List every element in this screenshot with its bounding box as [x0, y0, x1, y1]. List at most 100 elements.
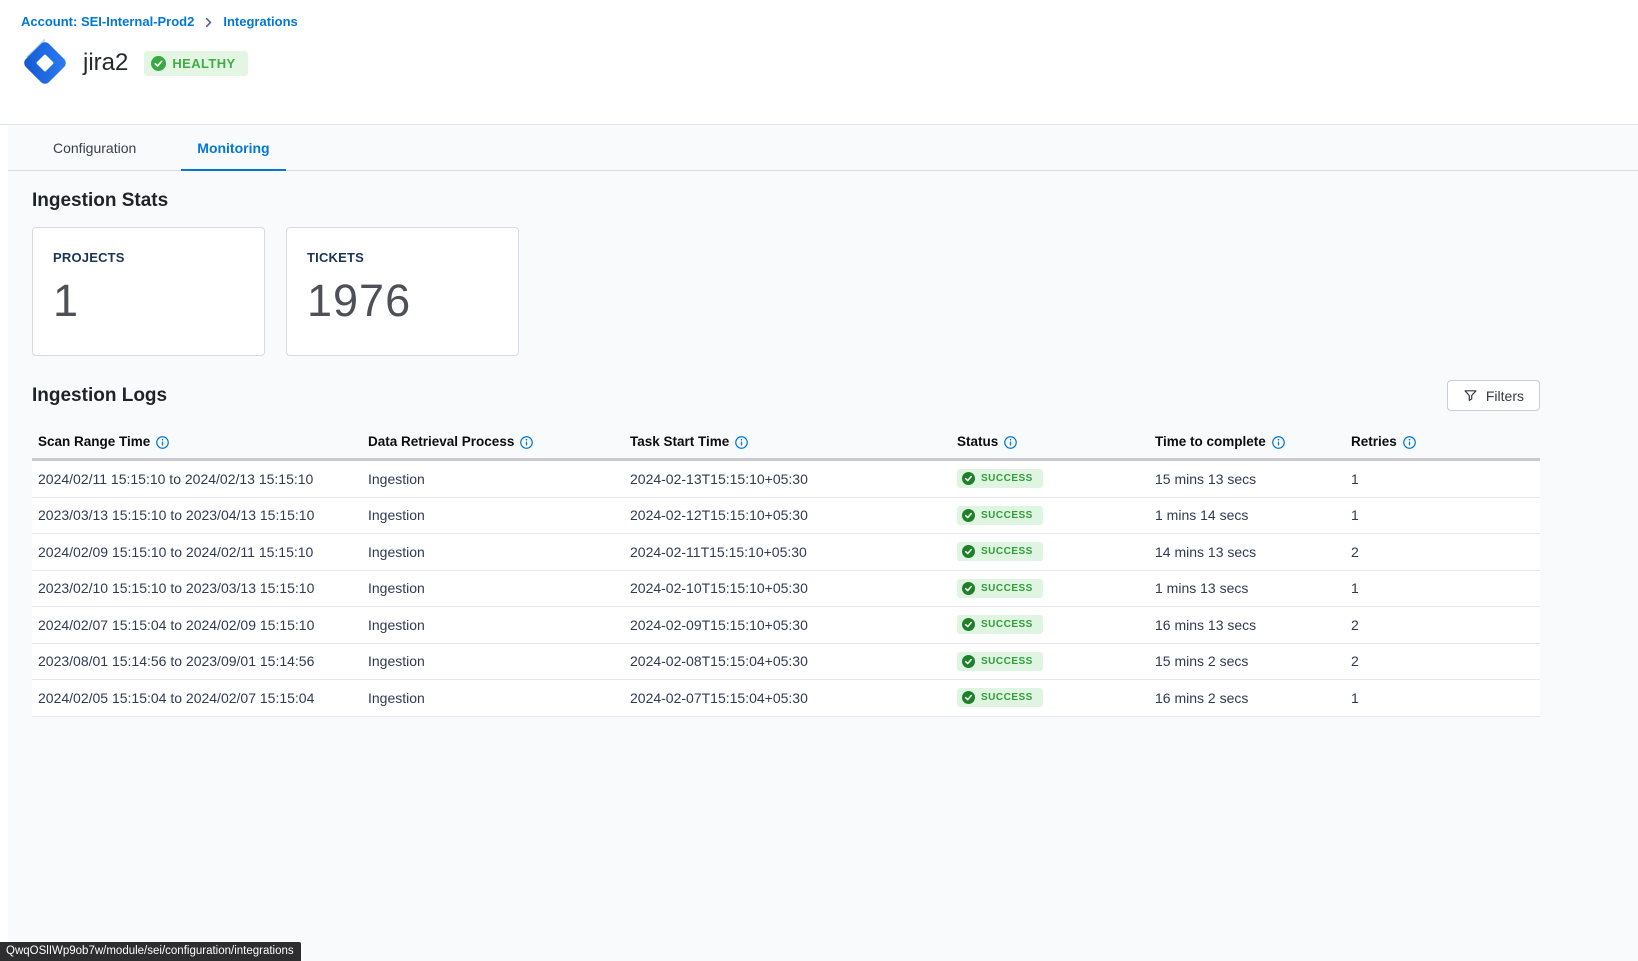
table-row[interactable]: 2023/02/10 15:15:10 to 2023/03/13 15:15:… [32, 571, 1540, 608]
table-row[interactable]: 2024/02/05 15:15:04 to 2024/02/07 15:15:… [32, 680, 1540, 717]
check-circle-icon [962, 691, 975, 704]
jira-logo-icon [17, 35, 73, 91]
check-circle-icon [962, 545, 975, 558]
cell-process: Ingestion [362, 544, 624, 560]
table-row[interactable]: 2024/02/07 15:15:04 to 2024/02/09 15:15:… [32, 607, 1540, 644]
cell-scan-range: 2023/03/13 15:15:10 to 2023/04/13 15:15:… [32, 507, 362, 523]
check-circle-icon [962, 472, 975, 485]
filters-button-label: Filters [1486, 388, 1524, 404]
tab-configuration[interactable]: Configuration [53, 140, 136, 170]
ingestion-logs-heading: Ingestion Logs [32, 385, 167, 407]
table-row[interactable]: 2023/03/13 15:15:10 to 2023/04/13 15:15:… [32, 498, 1540, 535]
health-status-badge: HEALTHY [144, 51, 247, 76]
info-icon[interactable] [735, 436, 748, 449]
status-label: SUCCESS [981, 619, 1033, 630]
status-label: SUCCESS [981, 546, 1033, 557]
column-header-process: Data Retrieval Process [362, 425, 624, 458]
check-circle-icon [962, 618, 975, 631]
stat-card-tickets: TICKETS 1976 [286, 227, 519, 356]
table-body: 2024/02/11 15:15:10 to 2024/02/13 15:15:… [32, 461, 1540, 717]
info-icon[interactable] [1004, 436, 1017, 449]
cell-scan-range: 2024/02/11 15:15:10 to 2024/02/13 15:15:… [32, 471, 362, 487]
tab-bar: Configuration Monitoring [8, 125, 1638, 171]
cell-time-to-complete: 15 mins 13 secs [1149, 471, 1345, 487]
status-badge: SUCCESS [957, 542, 1043, 561]
info-icon[interactable] [1403, 436, 1416, 449]
stat-card-projects: PROJECTS 1 [32, 227, 265, 356]
cell-task-start: 2024-02-08T15:15:04+05:30 [624, 653, 951, 669]
stat-cards-row: PROJECTS 1 TICKETS 1976 [32, 227, 1540, 356]
filter-funnel-icon [1463, 388, 1478, 403]
cell-time-to-complete: 1 mins 14 secs [1149, 507, 1345, 523]
stat-label: TICKETS [307, 250, 498, 265]
cell-process: Ingestion [362, 580, 624, 596]
stat-value: 1 [53, 275, 244, 327]
cell-retries: 1 [1345, 690, 1540, 706]
cell-time-to-complete: 16 mins 2 secs [1149, 690, 1345, 706]
cell-retries: 1 [1345, 471, 1540, 487]
cell-time-to-complete: 14 mins 13 secs [1149, 544, 1345, 560]
info-icon[interactable] [520, 436, 533, 449]
table-row[interactable]: 2024/02/11 15:15:10 to 2024/02/13 15:15:… [32, 461, 1540, 498]
cell-task-start: 2024-02-13T15:15:10+05:30 [624, 471, 951, 487]
cell-task-start: 2024-02-07T15:15:04+05:30 [624, 690, 951, 706]
cell-status: SUCCESS [951, 652, 1149, 671]
cell-status: SUCCESS [951, 506, 1149, 525]
info-icon[interactable] [1272, 436, 1285, 449]
status-badge: SUCCESS [957, 579, 1043, 598]
cell-process: Ingestion [362, 471, 624, 487]
status-badge: SUCCESS [957, 652, 1043, 671]
check-circle-icon [151, 56, 166, 71]
health-badge-label: HEALTHY [172, 56, 235, 71]
status-label: SUCCESS [981, 583, 1033, 594]
check-circle-icon [962, 509, 975, 522]
cell-status: SUCCESS [951, 615, 1149, 634]
status-label: SUCCESS [981, 692, 1033, 703]
column-header-time-to-complete: Time to complete [1149, 425, 1345, 458]
cell-retries: 2 [1345, 544, 1540, 560]
page-title: jira2 [83, 49, 128, 77]
stat-value: 1976 [307, 275, 498, 327]
cell-process: Ingestion [362, 617, 624, 633]
cell-scan-range: 2023/08/01 15:14:56 to 2023/09/01 15:14:… [32, 653, 362, 669]
ingestion-logs-header-row: Ingestion Logs Filters [32, 380, 1540, 411]
cell-scan-range: 2023/02/10 15:15:10 to 2023/03/13 15:15:… [32, 580, 362, 596]
cell-status: SUCCESS [951, 469, 1149, 488]
cell-scan-range: 2024/02/05 15:15:04 to 2024/02/07 15:15:… [32, 690, 362, 706]
cell-time-to-complete: 15 mins 2 secs [1149, 653, 1345, 669]
info-icon[interactable] [156, 436, 169, 449]
ingestion-logs-table: Scan Range Time Data Retrieval Process T… [32, 425, 1540, 717]
status-badge: SUCCESS [957, 688, 1043, 707]
cell-status: SUCCESS [951, 579, 1149, 598]
ingestion-stats-heading: Ingestion Stats [32, 190, 1540, 212]
cell-scan-range: 2024/02/09 15:15:10 to 2024/02/11 15:15:… [32, 544, 362, 560]
cell-task-start: 2024-02-10T15:15:10+05:30 [624, 580, 951, 596]
breadcrumb-integrations-link[interactable]: Integrations [223, 14, 297, 29]
breadcrumb-account-link[interactable]: Account: SEI-Internal-Prod2 [21, 14, 194, 29]
cell-retries: 1 [1345, 507, 1540, 523]
column-header-task-start: Task Start Time [624, 425, 951, 458]
chevron-right-icon [203, 17, 214, 28]
breadcrumb: Account: SEI-Internal-Prod2 Integrations [0, 0, 1638, 29]
table-row[interactable]: 2024/02/09 15:15:10 to 2024/02/11 15:15:… [32, 534, 1540, 571]
cell-scan-range: 2024/02/07 15:15:04 to 2024/02/09 15:15:… [32, 617, 362, 633]
table-row[interactable]: 2023/08/01 15:14:56 to 2023/09/01 15:14:… [32, 644, 1540, 681]
filters-button[interactable]: Filters [1447, 380, 1540, 411]
status-badge: SUCCESS [957, 506, 1043, 525]
page-header: Account: SEI-Internal-Prod2 Integrations [0, 0, 1638, 125]
check-circle-icon [962, 582, 975, 595]
status-badge: SUCCESS [957, 615, 1043, 634]
column-header-scan-range: Scan Range Time [32, 425, 362, 458]
column-header-retries: Retries [1345, 425, 1540, 458]
status-badge: SUCCESS [957, 469, 1043, 488]
status-label: SUCCESS [981, 656, 1033, 667]
status-label: SUCCESS [981, 510, 1033, 521]
tab-monitoring[interactable]: Monitoring [197, 140, 269, 170]
check-circle-icon [962, 655, 975, 668]
cell-process: Ingestion [362, 507, 624, 523]
status-label: SUCCESS [981, 473, 1033, 484]
integration-title-row: jira2 HEALTHY [0, 35, 1638, 91]
cell-retries: 1 [1345, 580, 1540, 596]
cell-process: Ingestion [362, 653, 624, 669]
cell-retries: 2 [1345, 617, 1540, 633]
